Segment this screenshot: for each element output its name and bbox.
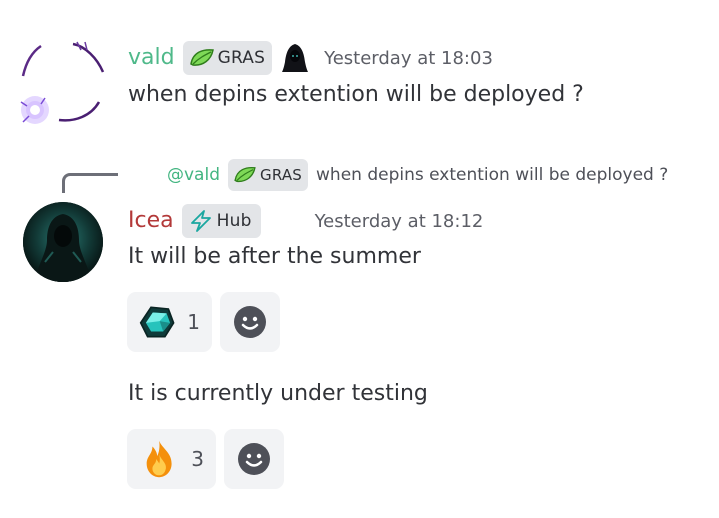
message-content: It will be after the summer xyxy=(128,244,421,269)
fire-emoji xyxy=(146,440,172,478)
avatar-icea-image xyxy=(23,202,103,282)
timestamp[interactable]: Yesterday at 18:12 xyxy=(315,211,484,232)
avatar-vald[interactable] xyxy=(15,36,107,128)
message-content: when depins extention will be deployed ? xyxy=(128,82,584,107)
message-icea: @vald GRAS when depins extention will be… xyxy=(0,155,719,355)
crystal-emoji xyxy=(139,306,175,338)
avatar-vald-image xyxy=(20,41,105,124)
message-header: Icea Hub Yesterday at 18:12 xyxy=(128,203,483,239)
username-vald[interactable]: vald xyxy=(128,47,175,69)
lightning-icon xyxy=(190,210,211,232)
smiley-add-reaction-icon xyxy=(238,443,270,475)
guild-tag-gras[interactable]: GRAS xyxy=(182,41,273,75)
reply-preview[interactable]: @vald GRAS when depins extention will be… xyxy=(167,158,668,192)
guild-tag-label: Hub xyxy=(216,211,252,231)
reaction-fire[interactable]: 3 xyxy=(127,429,216,489)
reaction-count: 3 xyxy=(191,447,204,471)
guild-tag-label: GRAS xyxy=(217,48,266,68)
leaf-icon xyxy=(189,49,214,66)
username-icea[interactable]: Icea xyxy=(128,210,174,232)
add-reaction-button[interactable] xyxy=(220,292,280,352)
message-content: It is currently under testing xyxy=(128,381,428,406)
reaction-count: 1 xyxy=(187,310,200,334)
message-vald: vald GRAS Yesterday at 18:03 when depins… xyxy=(0,30,719,130)
smiley-add-reaction-icon xyxy=(234,306,266,338)
reply-text: when depins extention will be deployed ? xyxy=(316,165,669,185)
reaction-crystal[interactable]: 1 xyxy=(127,292,212,352)
reply-mention[interactable]: @vald xyxy=(167,165,220,185)
avatar-icea[interactable] xyxy=(23,202,103,282)
message-icea-followup: It is currently under testing 3 xyxy=(0,375,719,495)
reply-spine xyxy=(62,173,118,193)
guild-tag-hub[interactable]: Hub xyxy=(181,204,261,238)
leaf-icon xyxy=(234,166,256,183)
hooded-figure-icon xyxy=(280,42,310,74)
timestamp[interactable]: Yesterday at 18:03 xyxy=(324,48,493,69)
reply-guild-tag[interactable]: GRAS xyxy=(228,159,309,191)
add-reaction-button[interactable] xyxy=(224,429,284,489)
reply-guild-tag-label: GRAS xyxy=(260,166,303,184)
message-header: vald GRAS Yesterday at 18:03 xyxy=(128,40,493,76)
